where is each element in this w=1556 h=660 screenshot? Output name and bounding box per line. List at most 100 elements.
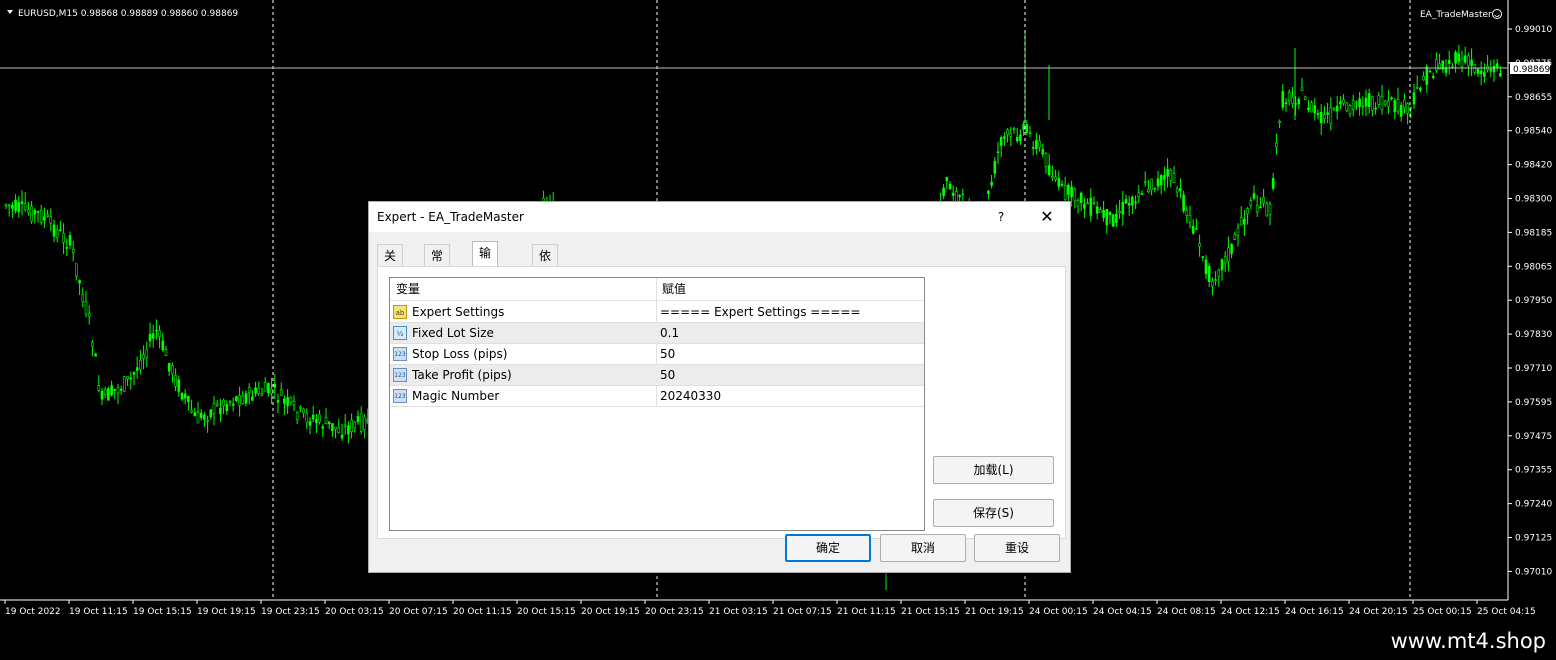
current-price-label: 0.98869: [1513, 65, 1550, 75]
param-value[interactable]: 0.1: [660, 323, 679, 343]
tab-common[interactable]: 常用: [424, 244, 451, 285]
tab-about[interactable]: 关于: [377, 244, 404, 285]
time-label: 21 Oct 11:15: [837, 607, 896, 617]
inputs-grid[interactable]: 变量 赋值 ab Expert Settings ===== Expert Se…: [389, 277, 925, 531]
time-label: 20 Oct 23:15: [645, 607, 704, 617]
candle-body: [1255, 205, 1259, 213]
candle-body: [1499, 72, 1502, 77]
param-name: Expert Settings: [412, 305, 505, 319]
candle-body: [1102, 209, 1105, 218]
candle-body: [1483, 72, 1486, 77]
candle-body: [1252, 193, 1256, 199]
param-value[interactable]: 50: [660, 365, 675, 385]
candle-body: [1118, 211, 1121, 214]
param-value[interactable]: 50: [660, 344, 675, 364]
candle-body: [1169, 170, 1173, 181]
time-label: 20 Oct 07:15: [389, 607, 448, 617]
candle-body: [987, 190, 990, 194]
table-row[interactable]: ½ Fixed Lot Size 0.1: [390, 323, 924, 344]
candle-body: [1156, 178, 1160, 187]
candle-body: [1435, 59, 1438, 71]
candle-body: [36, 211, 40, 213]
save-button[interactable]: 保存(S): [933, 499, 1054, 527]
candle-body: [20, 201, 24, 205]
candle-body: [1447, 60, 1451, 64]
ok-button[interactable]: 确定: [785, 534, 871, 562]
table-row[interactable]: 123 Stop Loss (pips) 50: [390, 344, 924, 365]
time-label: 20 Oct 19:15: [581, 607, 640, 617]
title-bar[interactable]: Expert - EA_TradeMaster ? ✕: [369, 202, 1070, 232]
param-name: Take Profit (pips): [412, 368, 512, 382]
candle-body: [1201, 256, 1205, 258]
time-label: 24 Oct 20:15: [1349, 607, 1408, 617]
candle-body: [1377, 95, 1381, 105]
candle-body: [1111, 214, 1115, 227]
candle-body: [1217, 269, 1221, 277]
candle-body: [39, 210, 43, 223]
candle-body: [135, 367, 139, 371]
candle-body: [46, 214, 49, 217]
column-header-variable[interactable]: 变量: [396, 278, 420, 300]
candle-body: [206, 420, 209, 422]
candle-body: [55, 229, 59, 238]
price-label: 0.98540: [1515, 127, 1552, 137]
help-button[interactable]: ?: [991, 208, 1011, 226]
candle-body: [65, 246, 69, 249]
param-value[interactable]: ===== Expert Settings =====: [660, 302, 861, 322]
grid-header: 变量 赋值: [390, 278, 924, 301]
time-label: 19 Oct 23:15: [261, 607, 320, 617]
candle-body: [311, 414, 315, 420]
candle-body: [1028, 132, 1032, 134]
candle-body: [1451, 65, 1454, 68]
candle-body: [1198, 243, 1201, 247]
candle-body: [270, 388, 273, 394]
candle-body: [331, 423, 334, 432]
column-header-value[interactable]: 赋值: [662, 278, 686, 300]
load-button[interactable]: 加载(L): [933, 456, 1054, 484]
close-icon[interactable]: ✕: [1037, 207, 1057, 227]
candle-body: [1355, 101, 1358, 104]
candle-body: [1137, 192, 1141, 198]
candle-body: [1470, 59, 1473, 66]
candle-body: [1067, 184, 1070, 195]
candle-body: [1211, 280, 1214, 287]
time-label: 24 Oct 16:15: [1285, 607, 1344, 617]
candle-body: [1422, 75, 1425, 81]
candle-body: [1092, 201, 1096, 204]
candle-body: [1131, 196, 1134, 206]
reset-button[interactable]: 重设: [974, 534, 1060, 562]
table-row[interactable]: 123 Magic Number 20240330: [390, 386, 924, 407]
candle-body: [1348, 105, 1352, 115]
cancel-button[interactable]: 取消: [880, 534, 966, 562]
candle-body: [1163, 175, 1166, 180]
tab-dependencies[interactable]: 依存关系: [532, 244, 559, 329]
candle-body: [1371, 96, 1374, 111]
candle-body: [1412, 92, 1416, 105]
candle-body: [305, 413, 309, 424]
candle-body: [33, 209, 37, 215]
candle-body: [1044, 153, 1048, 168]
param-value[interactable]: 20240330: [660, 386, 721, 406]
expert-dialog: Expert - EA_TradeMaster ? ✕ 关于 常用 输入参数 依…: [368, 201, 1071, 573]
price-label: 0.98420: [1515, 161, 1552, 171]
candle-body: [222, 399, 225, 407]
time-label: 25 Oct 00:15: [1413, 607, 1472, 617]
candle-body: [1249, 200, 1253, 206]
candle-body: [1473, 64, 1477, 73]
candle-body: [1035, 139, 1038, 150]
candle-body: [1361, 105, 1365, 108]
candle-body: [68, 235, 72, 246]
candle-body: [1188, 214, 1192, 223]
candle-body: [295, 412, 299, 421]
candle-body: [1319, 111, 1323, 124]
candle-body: [1428, 70, 1432, 73]
tab-inputs[interactable]: 输入参数: [472, 241, 499, 326]
candle-body: [1419, 87, 1422, 91]
table-row[interactable]: ab Expert Settings ===== Expert Settings…: [390, 302, 924, 323]
candle-body: [1195, 228, 1198, 230]
integer-type-icon: 123: [393, 389, 407, 403]
candle-body: [257, 388, 261, 394]
table-row[interactable]: 123 Take Profit (pips) 50: [390, 365, 924, 386]
candle-body: [948, 183, 952, 190]
time-label: 20 Oct 15:15: [517, 607, 576, 617]
